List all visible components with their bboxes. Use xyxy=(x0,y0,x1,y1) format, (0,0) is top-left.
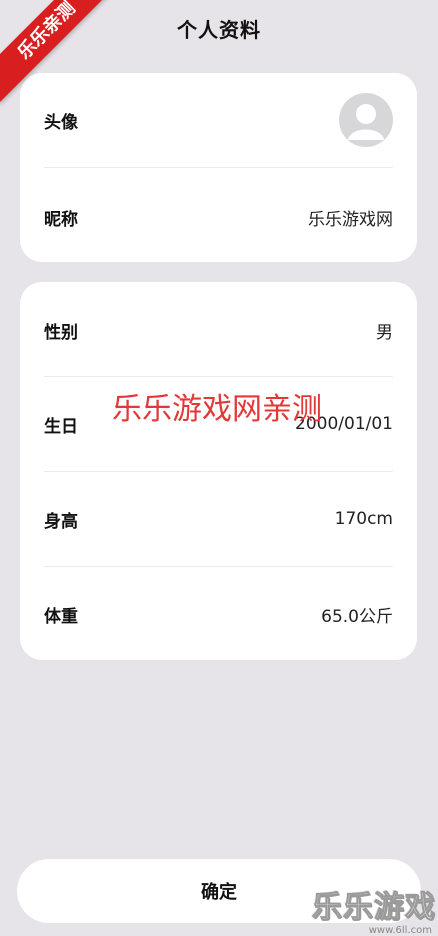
gender-row[interactable]: 性别 男 xyxy=(44,310,393,350)
height-value: 170cm xyxy=(334,509,393,529)
nickname-value: 乐乐游戏网 xyxy=(308,209,393,230)
avatar-label: 头像 xyxy=(44,112,78,133)
brand-logo-text: 乐乐游戏 xyxy=(312,890,436,926)
divider xyxy=(44,471,393,472)
weight-value: 65.0公斤 xyxy=(321,606,393,627)
gender-label: 性别 xyxy=(44,322,78,343)
divider xyxy=(44,167,393,168)
weight-row[interactable]: 体重 65.0公斤 xyxy=(44,594,393,634)
weight-label: 体重 xyxy=(44,606,78,627)
brand-logo-url: www.6ll.com xyxy=(368,925,432,936)
divider xyxy=(44,376,393,377)
user-placeholder-icon[interactable] xyxy=(339,93,393,147)
height-row[interactable]: 身高 170cm xyxy=(44,499,393,539)
brand-logo: 乐乐游戏 www.6ll.com xyxy=(300,888,438,936)
gender-value: 男 xyxy=(376,322,393,343)
birthday-label: 生日 xyxy=(44,416,78,437)
height-label: 身高 xyxy=(44,511,78,532)
avatar-row[interactable]: 头像 xyxy=(44,93,393,147)
info-card: 性别 男 生日 2000/01/01 身高 170cm 体重 65.0公斤 xyxy=(20,282,417,660)
watermark-text: 乐乐游戏网亲测 xyxy=(112,392,322,427)
nickname-row[interactable]: 昵称 乐乐游戏网 xyxy=(44,197,393,237)
divider xyxy=(44,566,393,567)
profile-card: 头像 昵称 乐乐游戏网 xyxy=(20,73,417,262)
nickname-label: 昵称 xyxy=(44,209,78,230)
